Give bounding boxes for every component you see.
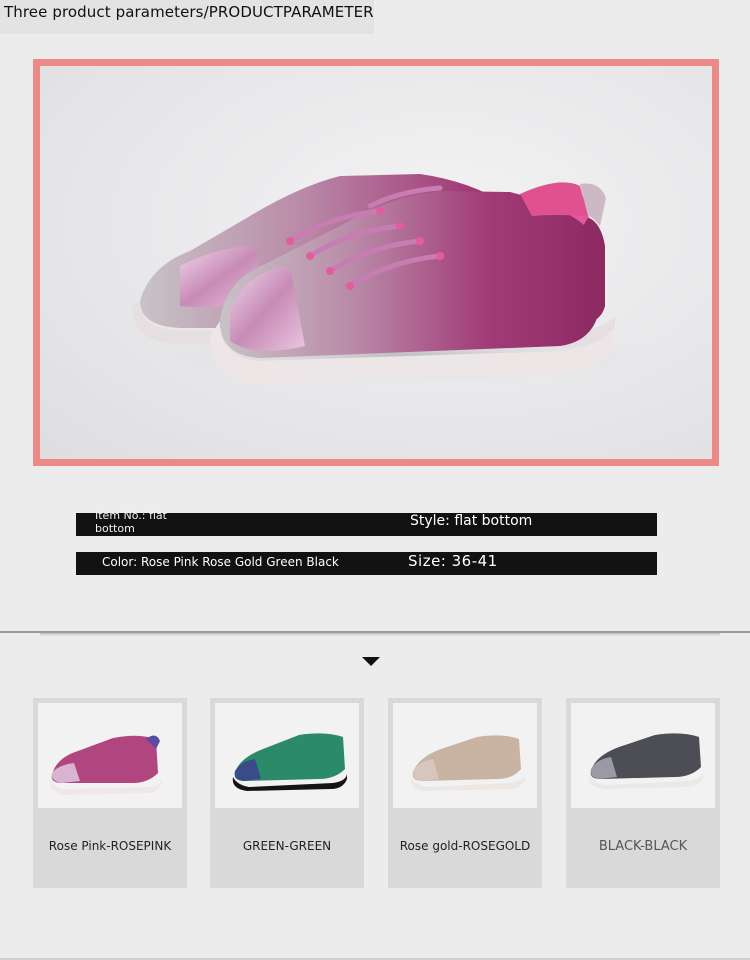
swatch-label: Rose gold-ROSEGOLD <box>399 839 531 853</box>
size-param: Size: 36-41 <box>408 552 498 570</box>
hero-sneaker-illustration <box>132 174 660 384</box>
color-option-green[interactable]: GREEN-GREEN <box>210 698 364 888</box>
sneaker-icon <box>49 735 162 795</box>
item-number-param: Item No.: flat bottom <box>95 509 167 535</box>
color-option-rose-gold[interactable]: Rose gold-ROSEGOLD <box>388 698 542 888</box>
swatch-label: Rose Pink-ROSEPINK <box>48 839 172 853</box>
parameter-row-2: Color: Rose Pink Rose Gold Green Black S… <box>76 552 657 575</box>
color-option-black[interactable]: BLACK-BLACK <box>566 698 720 888</box>
swatch-label: GREEN-GREEN <box>242 839 332 853</box>
sneaker-icon <box>588 733 703 789</box>
hero-product-image <box>33 59 719 466</box>
section-divider-shadow <box>40 633 720 636</box>
swatch-photo <box>571 703 715 808</box>
section-title: Three product parameters/PRODUCTPARAMETE… <box>4 3 374 21</box>
sneaker-icon <box>410 735 525 791</box>
section-header: Three product parameters/PRODUCTPARAMETE… <box>0 0 750 34</box>
swatch-photo <box>38 703 182 808</box>
color-option-rose-pink[interactable]: Rose Pink-ROSEPINK <box>33 698 187 888</box>
swatch-photo <box>215 703 359 808</box>
sneaker-icon <box>232 733 347 791</box>
color-param: Color: Rose Pink Rose Gold Green Black <box>102 555 339 569</box>
swatch-photo <box>393 703 537 808</box>
parameter-row-1: Item No.: flat bottom Style: flat bottom <box>76 509 657 536</box>
arrow-down-icon <box>362 657 380 666</box>
style-param: Style: flat bottom <box>410 513 533 529</box>
swatch-label: BLACK-BLACK <box>598 839 688 854</box>
